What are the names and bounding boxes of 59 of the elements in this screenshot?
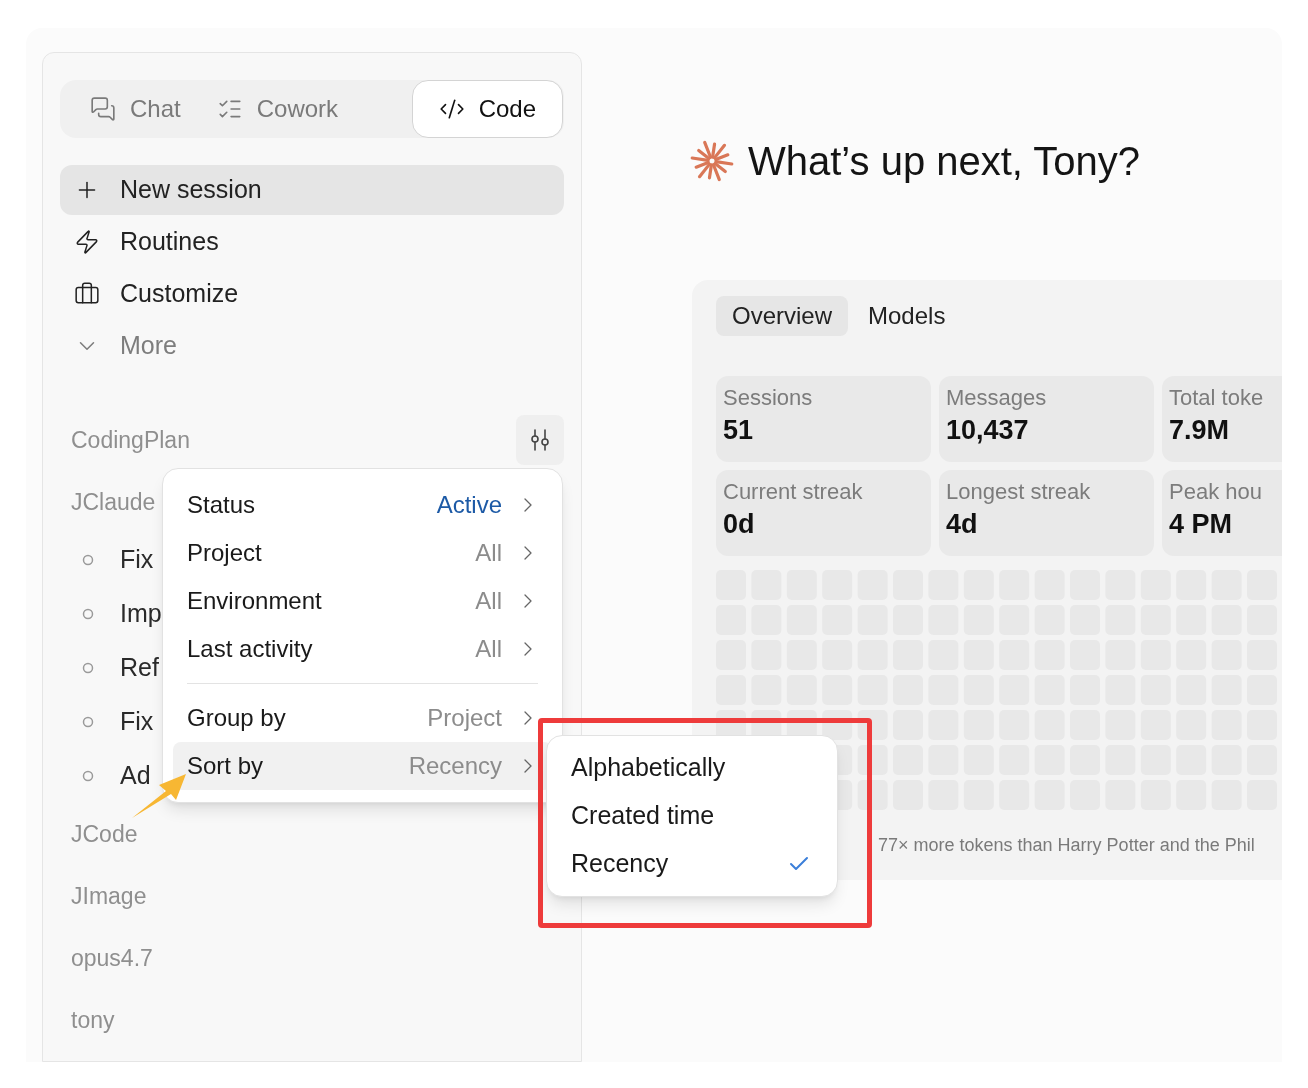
stat-value: 10,437 bbox=[946, 414, 1030, 447]
session-item[interactable]: Ad bbox=[120, 757, 151, 795]
menu-item[interactable]: Status Active bbox=[173, 481, 552, 529]
menu-item[interactable]: Last activity All bbox=[173, 625, 552, 673]
menu-item-value: Active bbox=[436, 490, 502, 520]
stat-value: 4d bbox=[946, 508, 979, 541]
mode-tab[interactable]: Chat bbox=[72, 80, 199, 138]
menu-item-label: Last activity bbox=[187, 634, 313, 664]
nav-item[interactable]: Routines bbox=[60, 217, 564, 267]
sort-option[interactable]: Alphabetically bbox=[555, 744, 829, 792]
menu-item-label: Sort by bbox=[187, 751, 264, 781]
sort-option-label: Recency bbox=[571, 848, 669, 880]
more-toggle[interactable]: More bbox=[60, 321, 564, 371]
sort-option-label: Alphabetically bbox=[571, 752, 726, 784]
menu-item-label: Group by bbox=[187, 703, 286, 733]
menu-item-value: Recency bbox=[408, 751, 502, 781]
menu-item-value: Project bbox=[427, 703, 502, 733]
menu-item-value: All bbox=[475, 586, 502, 616]
starburst-logo bbox=[690, 139, 734, 183]
session-item[interactable]: Fix bbox=[120, 541, 154, 579]
menu-item[interactable]: Project All bbox=[173, 529, 552, 577]
menu-item-label: Environment bbox=[187, 586, 322, 616]
menu-item-value: All bbox=[475, 634, 502, 664]
nav-item[interactable]: New session bbox=[60, 165, 564, 215]
stat-label: Current streak bbox=[723, 478, 864, 506]
stat-value: 51 bbox=[723, 414, 755, 447]
stats-tab[interactable]: Overview bbox=[716, 296, 849, 336]
menu-item-label: Project bbox=[187, 538, 262, 568]
status-circle-icon bbox=[82, 770, 94, 782]
nav-item[interactable]: Customize bbox=[60, 269, 564, 319]
status-circle-icon bbox=[82, 662, 94, 674]
mode-tab[interactable]: Code bbox=[411, 80, 563, 138]
stats-tab[interactable]: Models bbox=[852, 296, 962, 336]
greeting-heading: What’s up next, Tony? bbox=[748, 138, 1141, 185]
stat-value: 0d bbox=[723, 508, 756, 541]
session-item[interactable]: Fix bbox=[120, 703, 154, 741]
session-item[interactable]: Imp bbox=[120, 595, 162, 633]
filter-button[interactable] bbox=[516, 415, 564, 465]
status-circle-icon bbox=[82, 716, 94, 728]
status-circle-icon bbox=[82, 608, 94, 620]
mode-tab[interactable]: Cowork bbox=[198, 80, 357, 138]
menu-item-value: All bbox=[475, 538, 502, 568]
sort-option[interactable]: Created time bbox=[555, 792, 829, 840]
menu-item-label: Status bbox=[187, 490, 256, 520]
status-circle-icon bbox=[82, 554, 94, 566]
lightning-icon bbox=[74, 229, 100, 255]
session-item[interactable]: Ref bbox=[120, 649, 159, 687]
sort-option-label: Created time bbox=[571, 800, 715, 832]
sort-option[interactable]: Recency bbox=[555, 840, 829, 888]
stat-value: 7.9M bbox=[1169, 414, 1231, 447]
token-comparison-note: 77× more tokens than Harry Potter and the Phil bbox=[878, 835, 1255, 855]
chat-icon bbox=[90, 96, 116, 122]
stat-label: Peak hou bbox=[1169, 478, 1263, 506]
stat-label: Messages bbox=[946, 384, 1048, 412]
stat-label: Sessions bbox=[723, 384, 814, 412]
stat-label: Total toke bbox=[1169, 384, 1265, 412]
stat-label: Longest streak bbox=[946, 478, 1092, 506]
menu-item[interactable]: Environment All bbox=[173, 577, 552, 625]
stat-value: 4 PM bbox=[1169, 508, 1234, 541]
